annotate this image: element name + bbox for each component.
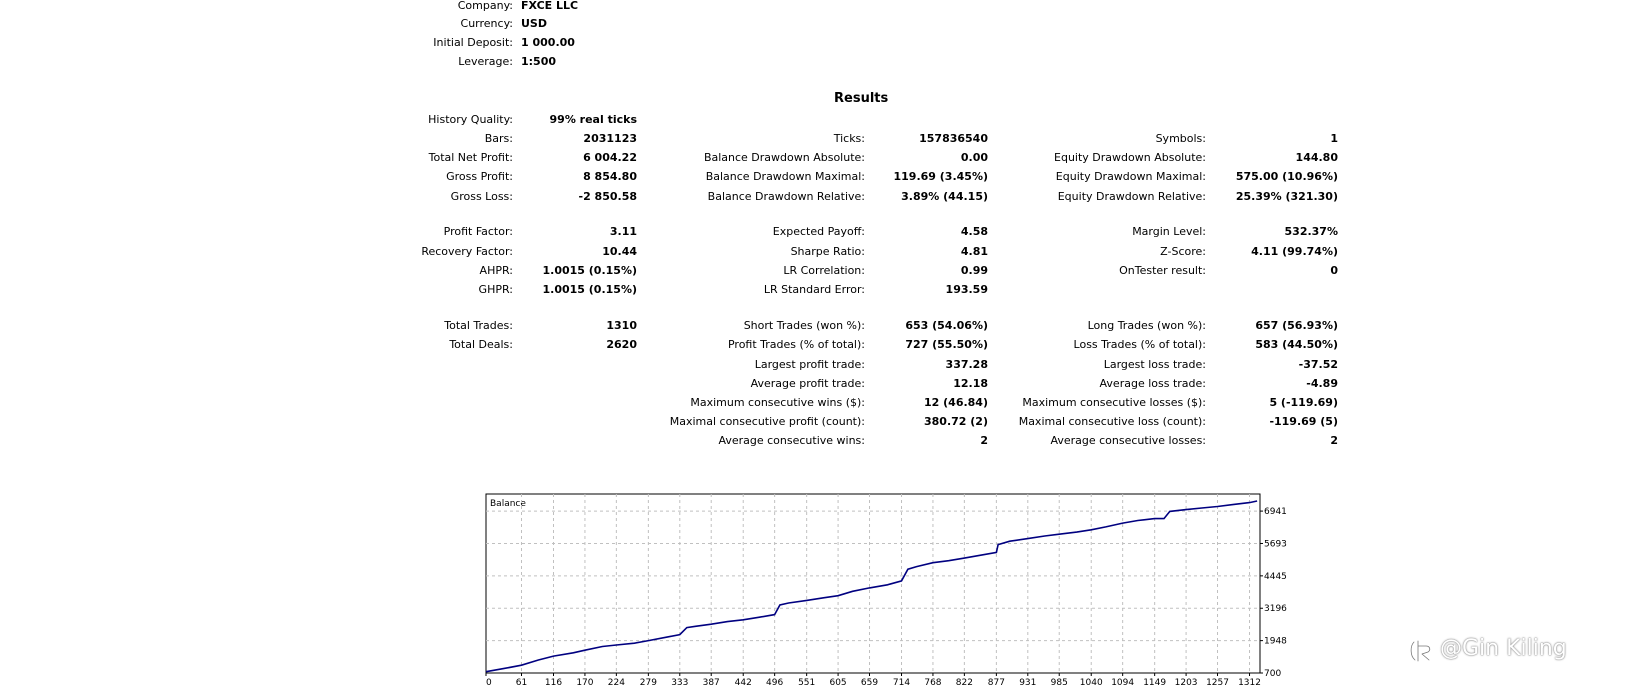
x-tick-label: 224	[608, 678, 625, 688]
zhihu-logo-icon	[1409, 639, 1431, 663]
x-tick-label: 1312	[1238, 678, 1261, 688]
x-tick-label: 1040	[1080, 678, 1103, 688]
x-tick-label: 822	[956, 678, 973, 688]
x-tick-label: 659	[861, 678, 878, 688]
x-tick-label: 605	[829, 678, 846, 688]
y-tick-label: 3196	[1264, 604, 1287, 614]
y-axis-ticks: 700 1948 3196 4445 5693 6941	[1260, 507, 1287, 679]
y-tick-label: 6941	[1264, 507, 1287, 517]
x-tick-label: 1203	[1175, 678, 1198, 688]
y-tick-label: 5693	[1264, 539, 1287, 549]
x-tick-label: 877	[988, 678, 1005, 688]
x-tick-label: 333	[671, 678, 688, 688]
x-tick-label: 714	[893, 678, 910, 688]
x-tick-label: 1094	[1111, 678, 1134, 688]
x-tick-label: 170	[576, 678, 593, 688]
x-tick-label: 496	[766, 678, 783, 688]
x-tick-label: 61	[516, 678, 527, 688]
x-axis-ticks: 0 61 116 170 224 279 333 387 442 496 551 605 659 714 7…	[485, 673, 1261, 688]
x-tick-label: 985	[1051, 678, 1068, 688]
y-tick-label: 4445	[1264, 572, 1287, 582]
balance-chart: Balance 0 61 116 170 224 279 333 387 442 496 551 60…	[485, 493, 1287, 688]
x-tick-label: 1149	[1143, 678, 1166, 688]
x-tick-label: 116	[545, 678, 562, 688]
x-tick-label: 279	[640, 678, 657, 688]
x-tick-label: 551	[798, 678, 815, 688]
x-tick-label: 931	[1019, 678, 1036, 688]
chart-title: Balance	[490, 499, 526, 509]
y-tick-label: 700	[1264, 669, 1281, 679]
watermark-text: @Gin Kiling	[1440, 636, 1567, 661]
y-tick-label: 1948	[1264, 637, 1287, 647]
x-tick-label: 768	[924, 678, 941, 688]
x-tick-label: 387	[703, 678, 720, 688]
x-tick-label: 442	[735, 678, 752, 688]
x-tick-label: 0	[486, 678, 492, 688]
x-tick-label: 1257	[1206, 678, 1229, 688]
